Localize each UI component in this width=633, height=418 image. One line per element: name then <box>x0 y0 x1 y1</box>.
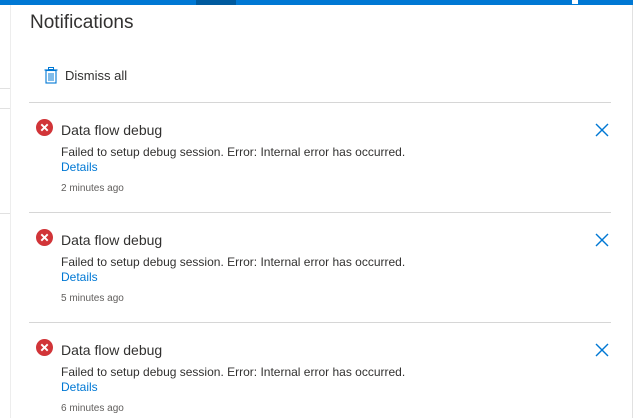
details-link[interactable]: Details <box>61 160 98 174</box>
notification-item: Data flow debug Failed to setup debug se… <box>29 103 611 211</box>
notification-title: Data flow debug <box>61 122 163 138</box>
notification-message: Failed to setup debug session. Error: In… <box>61 145 406 159</box>
notification-message: Failed to setup debug session. Error: In… <box>61 255 406 269</box>
error-icon <box>36 229 53 246</box>
notification-time: 6 minutes ago <box>61 403 124 414</box>
close-icon[interactable] <box>595 233 609 247</box>
strip-divider <box>0 88 10 89</box>
details-link[interactable]: Details <box>61 270 98 284</box>
notification-item: Data flow debug Failed to setup debug se… <box>29 323 611 418</box>
top-bar-marker <box>572 0 578 4</box>
trash-icon <box>44 67 58 84</box>
notification-title: Data flow debug <box>61 342 163 358</box>
notification-time: 5 minutes ago <box>61 293 124 304</box>
notification-item: Data flow debug Failed to setup debug se… <box>29 213 611 321</box>
dismiss-all-label: Dismiss all <box>65 68 128 83</box>
close-icon[interactable] <box>595 343 609 357</box>
notification-time: 2 minutes ago <box>61 183 124 194</box>
notifications-panel: Notifications Dismiss all Data flow debu… <box>11 5 632 418</box>
notification-message: Failed to setup debug session. Error: In… <box>61 365 406 379</box>
strip-divider <box>0 108 10 109</box>
notification-title: Data flow debug <box>61 232 163 248</box>
dismiss-all-button[interactable]: Dismiss all <box>44 67 127 84</box>
details-link[interactable]: Details <box>61 380 98 394</box>
background-page-strip <box>0 5 11 418</box>
panel-title: Notifications <box>30 12 134 33</box>
error-icon <box>36 339 53 356</box>
strip-divider <box>0 213 10 214</box>
error-icon <box>36 119 53 136</box>
close-icon[interactable] <box>595 123 609 137</box>
